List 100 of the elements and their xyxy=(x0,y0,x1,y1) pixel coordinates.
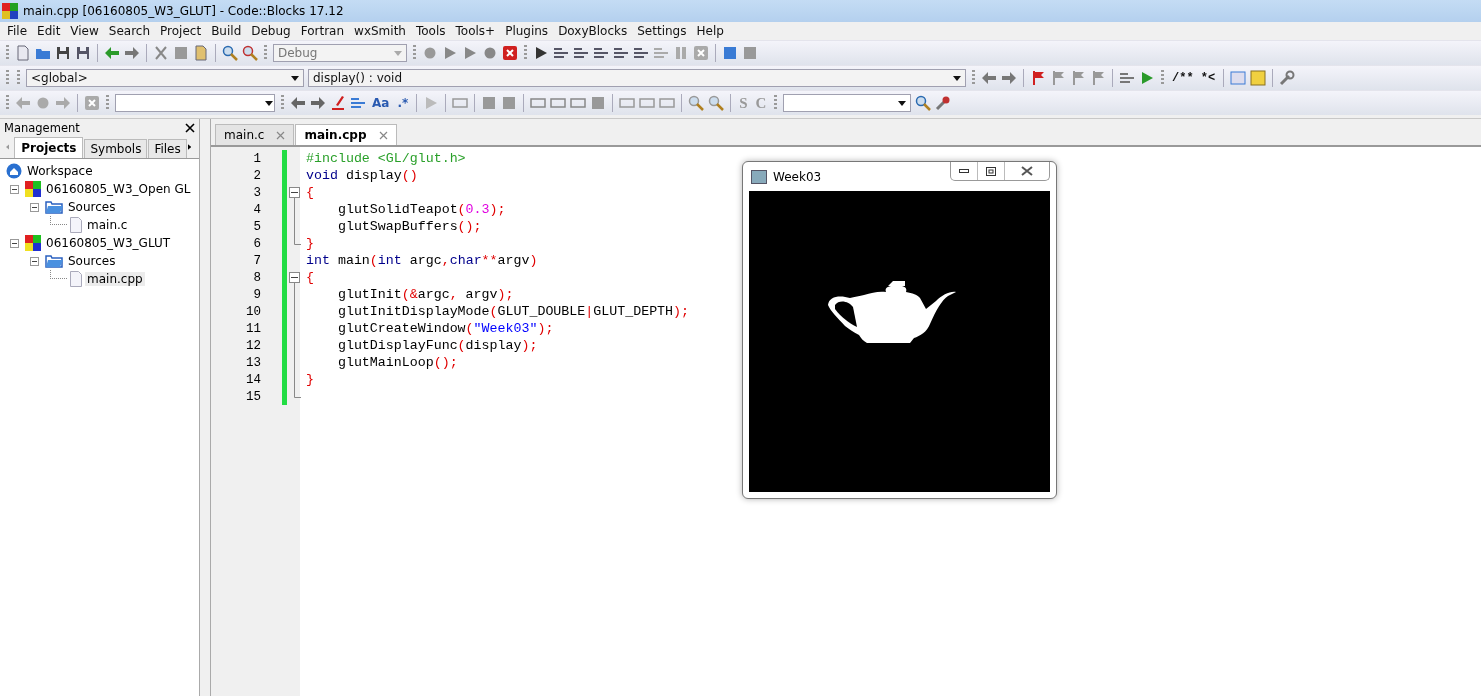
step-icon[interactable] xyxy=(573,45,589,61)
shape-icon[interactable] xyxy=(639,95,656,111)
menu-item[interactable]: File xyxy=(2,24,33,38)
search-icon[interactable] xyxy=(222,45,238,61)
line-number: 3 xyxy=(252,185,262,200)
stop-icon[interactable] xyxy=(693,45,709,61)
menu-item[interactable]: Tools xyxy=(410,24,451,38)
forward-icon[interactable] xyxy=(310,95,326,111)
wrench-icon[interactable] xyxy=(935,95,952,111)
help-icon[interactable] xyxy=(1250,70,1267,86)
panel-tab[interactable]: Symbols xyxy=(84,139,148,158)
highlight-icon[interactable] xyxy=(330,95,346,111)
editor-tab[interactable]: main.c xyxy=(215,124,295,145)
menu-item[interactable]: Help xyxy=(691,24,729,38)
tree-item[interactable]: main.c xyxy=(85,218,130,232)
dot-icon[interactable] xyxy=(35,95,51,111)
search-dropdown[interactable] xyxy=(115,94,275,112)
replace-icon[interactable] xyxy=(242,45,258,61)
collapse-icon[interactable] xyxy=(10,238,19,248)
stop-icon[interactable] xyxy=(502,45,518,61)
arrow-icon[interactable] xyxy=(1139,70,1155,86)
folder-icon xyxy=(45,200,63,214)
menu-item[interactable]: wxSmith xyxy=(349,24,411,38)
select-icon[interactable] xyxy=(350,95,366,111)
forward-icon[interactable] xyxy=(1001,70,1017,86)
layout-icon[interactable] xyxy=(570,95,587,111)
menu-item[interactable]: Tools+ xyxy=(450,24,501,38)
paste-icon[interactable] xyxy=(193,45,209,61)
close-icon[interactable] xyxy=(185,122,195,133)
code-line: } xyxy=(306,236,314,251)
menu-item[interactable]: Fortran xyxy=(295,24,350,38)
wrench-icon[interactable] xyxy=(1279,70,1296,86)
flag-icon[interactable] xyxy=(1090,70,1106,86)
code-line: glutSwapBuffers(); xyxy=(336,219,482,234)
tree-item[interactable]: main.cpp xyxy=(85,272,145,286)
debug-window-icon[interactable] xyxy=(722,45,738,61)
tree-item[interactable]: 06160805_W3_Open GL xyxy=(44,182,193,196)
panel-tab[interactable]: Projects xyxy=(14,137,84,158)
step-icon[interactable] xyxy=(593,45,609,61)
pause-icon[interactable] xyxy=(673,45,689,61)
fold-end-line xyxy=(294,388,301,398)
match-case-button[interactable]: Aa xyxy=(370,96,392,110)
tree-item[interactable]: Workspace xyxy=(25,164,95,178)
menu-item[interactable]: Settings xyxy=(632,24,692,38)
menu-item[interactable]: Project xyxy=(155,24,207,38)
undo-icon[interactable] xyxy=(104,45,120,61)
back-icon[interactable] xyxy=(290,95,306,111)
stack-icon[interactable] xyxy=(1119,70,1135,86)
shape-icon[interactable] xyxy=(659,95,676,111)
panel-tab[interactable]: Files xyxy=(148,139,187,158)
tree-item[interactable]: Sources xyxy=(66,200,118,214)
line-number: 5 xyxy=(252,219,262,234)
flag-icon[interactable] xyxy=(1070,70,1086,86)
file-icon xyxy=(70,271,82,287)
folder-icon xyxy=(45,254,63,268)
play-icon[interactable] xyxy=(533,45,549,61)
menu-item[interactable]: DoxyBlocks xyxy=(553,24,633,38)
layout-icon[interactable] xyxy=(590,95,607,111)
zoom-in-icon[interactable] xyxy=(688,95,705,111)
new-file-icon[interactable] xyxy=(15,45,31,61)
doc-comment-button[interactable]: /** *< xyxy=(1170,71,1218,85)
zoom-out-icon[interactable] xyxy=(708,95,725,111)
step-icon[interactable] xyxy=(613,45,629,61)
code-line: } xyxy=(306,372,314,387)
fold-icon[interactable] xyxy=(289,269,300,286)
window-icon[interactable] xyxy=(1230,70,1247,86)
step-icon[interactable] xyxy=(553,45,569,61)
scroll-left-icon[interactable] xyxy=(6,142,10,152)
build-run-icon[interactable] xyxy=(462,45,478,61)
clear-icon[interactable] xyxy=(84,95,100,111)
layout-icon[interactable] xyxy=(550,95,567,111)
back-icon[interactable] xyxy=(981,70,997,86)
tree-item[interactable]: Sources xyxy=(66,254,118,268)
menu-item[interactable]: View xyxy=(65,24,104,38)
scope-dropdown[interactable]: <global> xyxy=(26,69,304,87)
step-icon[interactable] xyxy=(633,45,649,61)
collapse-icon[interactable] xyxy=(10,184,19,194)
shape-icon[interactable] xyxy=(619,95,636,111)
function-dropdown[interactable]: display() : void xyxy=(308,69,966,87)
fold-icon[interactable] xyxy=(289,184,300,201)
menu-item[interactable]: Edit xyxy=(32,24,66,38)
collapse-icon[interactable] xyxy=(30,256,39,266)
regex-button[interactable]: .* xyxy=(395,96,411,110)
search-icon[interactable] xyxy=(915,95,932,111)
redo-icon[interactable] xyxy=(124,45,140,61)
menu-item[interactable]: Plugins xyxy=(500,24,554,38)
tree-item[interactable]: 06160805_W3_GLUT xyxy=(44,236,173,250)
flag-icon[interactable] xyxy=(1050,70,1066,86)
layout-icon[interactable] xyxy=(530,95,547,111)
build-target-dropdown[interactable]: Debug xyxy=(273,44,407,62)
code-line: glutMainLoop(); xyxy=(336,355,458,370)
flag-icon[interactable] xyxy=(1030,70,1046,86)
menu-item[interactable]: Search xyxy=(103,24,156,38)
search-field[interactable] xyxy=(783,94,912,112)
menu-item[interactable]: Build xyxy=(206,24,247,38)
collapse-icon[interactable] xyxy=(30,202,39,212)
editor-tab[interactable]: main.cpp xyxy=(295,124,397,145)
cut-icon[interactable] xyxy=(153,45,169,61)
menu-item[interactable]: Debug xyxy=(246,24,296,38)
rectangle-icon[interactable] xyxy=(452,95,469,111)
